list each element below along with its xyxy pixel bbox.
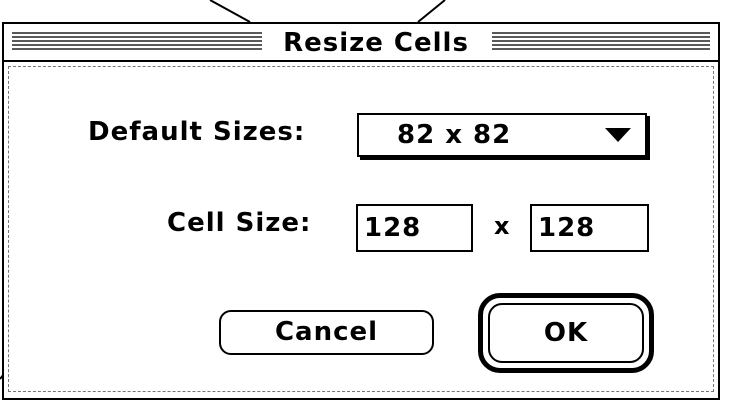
- dialog-title: Resize Cells: [283, 28, 469, 58]
- screen: Resize Cells Default Sizes: 82 x 82 Cell…: [0, 0, 732, 409]
- times-symbol: x: [494, 212, 510, 240]
- default-sizes-popup[interactable]: 82 x 82: [357, 113, 647, 157]
- title-bar-stripes-left: [12, 32, 262, 52]
- cell-height-input[interactable]: [532, 206, 647, 250]
- cell-height-field[interactable]: [530, 204, 649, 252]
- cell-width-input[interactable]: [358, 206, 471, 250]
- triangle-down-icon: [605, 128, 631, 142]
- cancel-button[interactable]: Cancel: [219, 310, 434, 355]
- title-bar[interactable]: Resize Cells: [4, 24, 718, 62]
- ok-button[interactable]: OK: [488, 303, 644, 363]
- default-sizes-value: 82 x 82: [397, 120, 512, 150]
- title-bar-stripes-right: [492, 32, 710, 52]
- default-sizes-label: Default Sizes:: [88, 117, 306, 147]
- cell-size-label: Cell Size:: [167, 208, 312, 238]
- cell-width-field[interactable]: [356, 204, 473, 252]
